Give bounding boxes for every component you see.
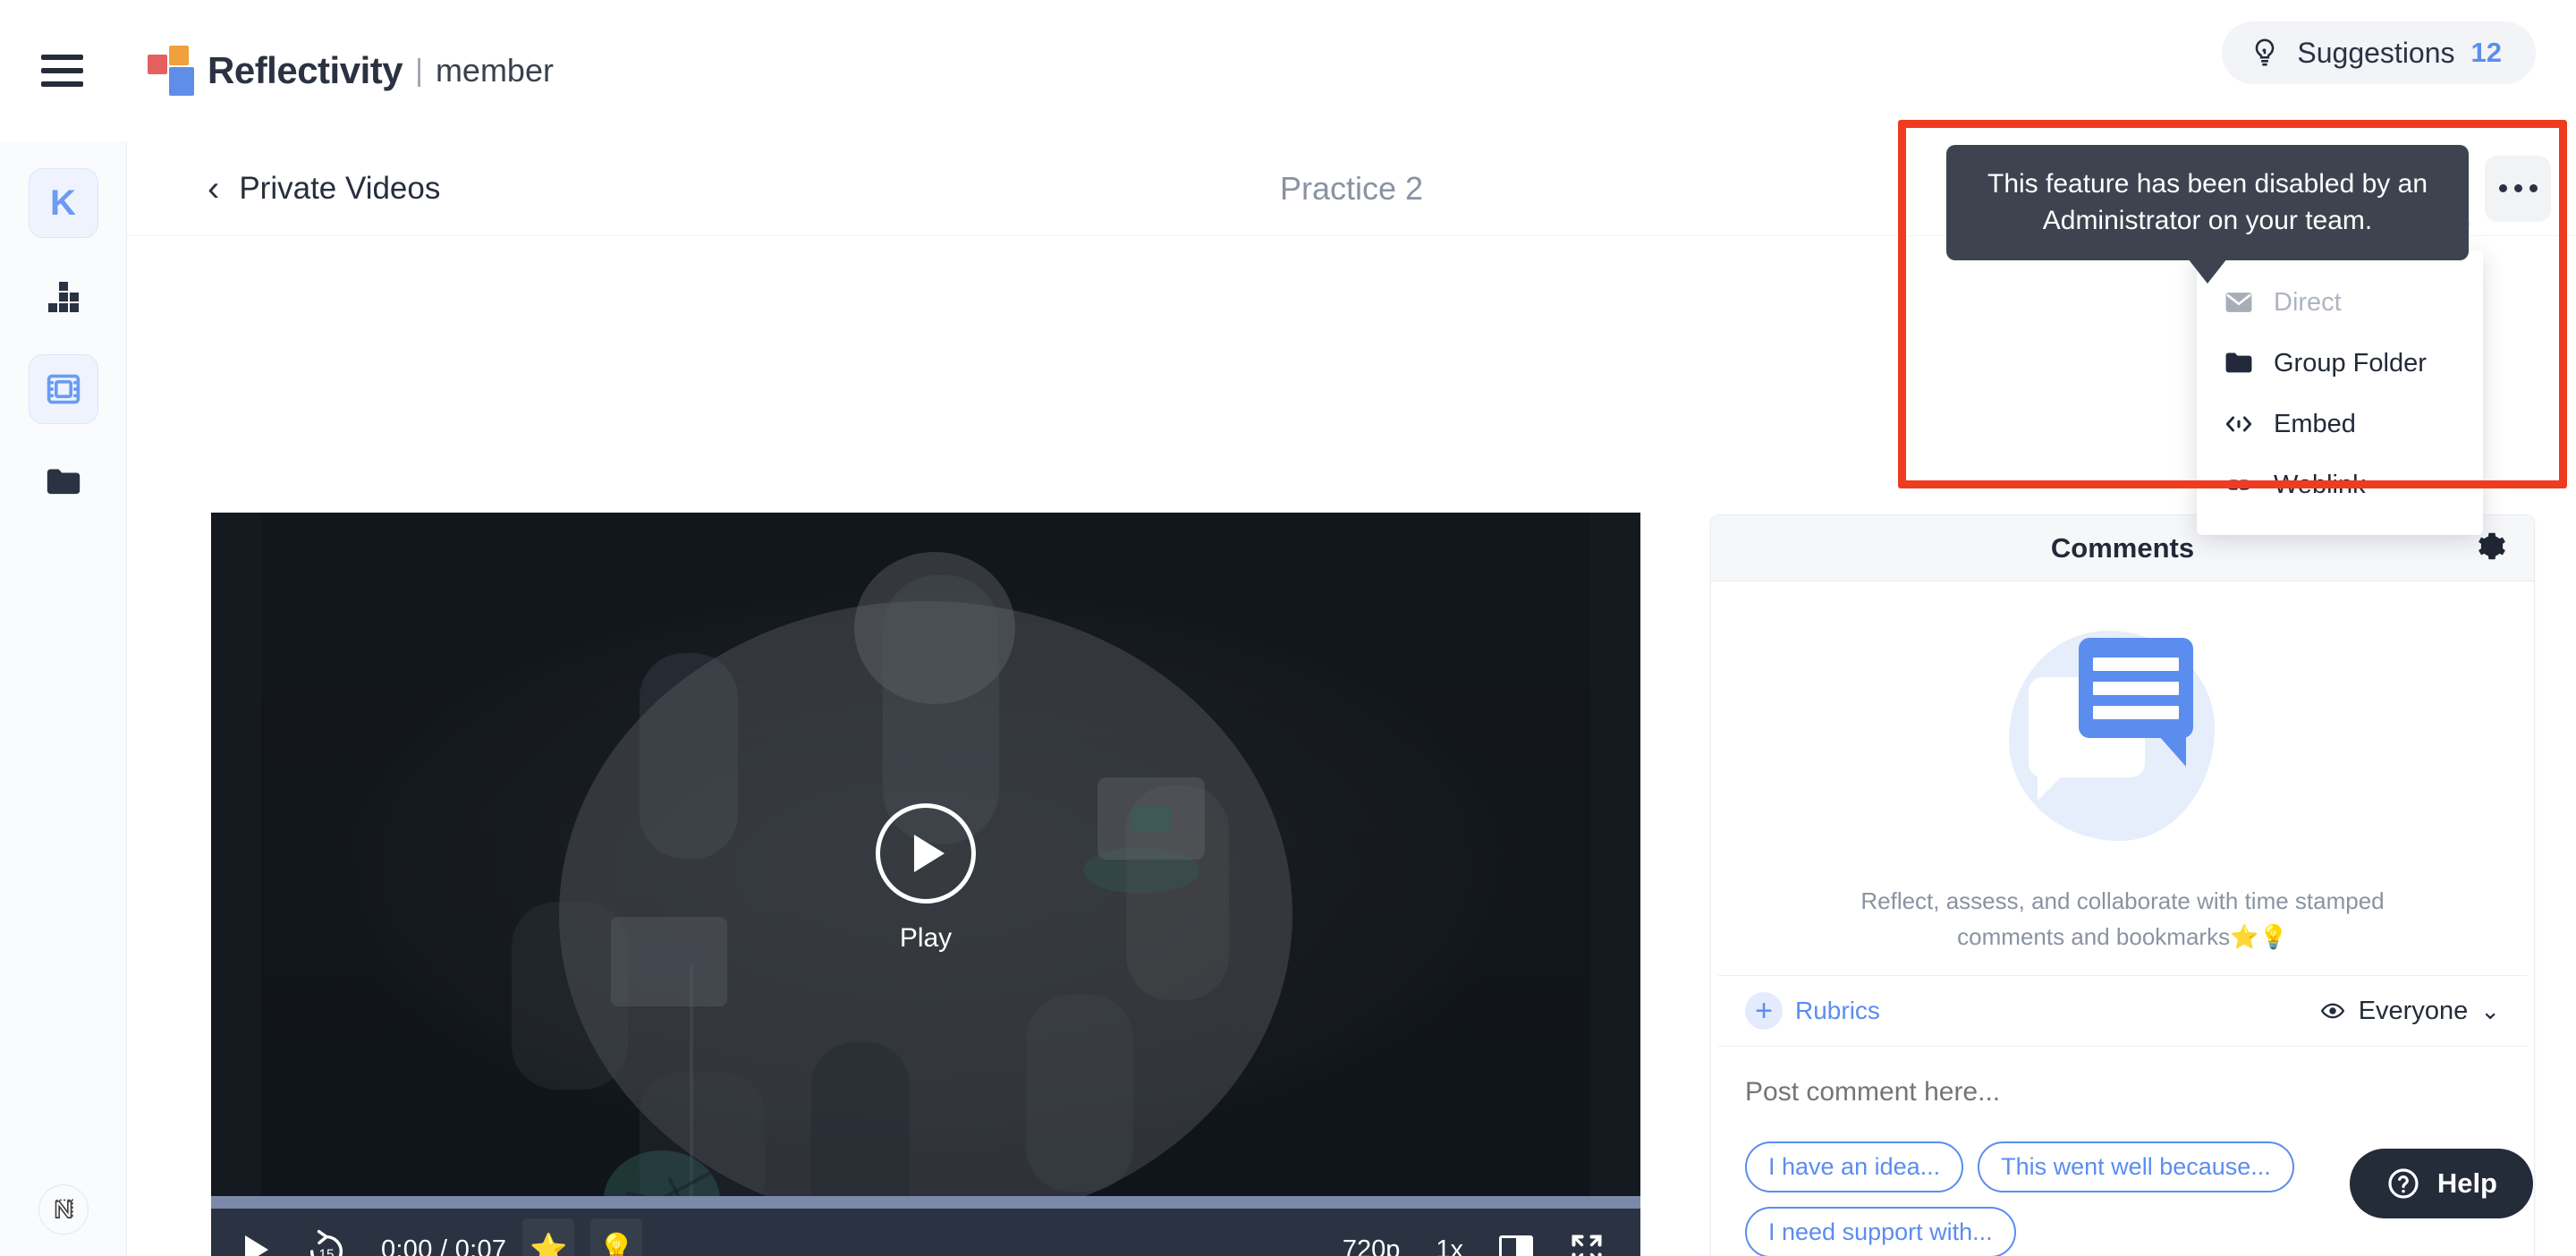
avatar: K bbox=[50, 182, 76, 223]
page-title: Practice 2 bbox=[1279, 169, 1424, 207]
svg-text:15: 15 bbox=[318, 1247, 334, 1256]
menu-item-label: Weblink bbox=[2274, 470, 2366, 499]
suggestions-button[interactable]: Suggestions 12 bbox=[2222, 21, 2536, 84]
sidebar-item-avatar[interactable]: K bbox=[28, 168, 98, 238]
app-root: Reflectivity | member Suggestions 12 K ‹… bbox=[0, 0, 2576, 1256]
menu-item-group-folder[interactable]: Group Folder bbox=[2197, 333, 2483, 394]
menu-item-label: Group Folder bbox=[2274, 348, 2427, 378]
video-controls-bar: 15 0:00 / 0:07 ⭐ 💡 720p 1x bbox=[211, 1209, 1640, 1256]
comment-input[interactable] bbox=[1745, 1077, 2500, 1141]
top-bar: Reflectivity | member Suggestions 12 bbox=[0, 0, 2576, 141]
back-to-private-videos[interactable]: ‹ Private Videos bbox=[208, 171, 440, 207]
fullscreen-icon[interactable] bbox=[1569, 1232, 1605, 1256]
blocks-icon bbox=[47, 282, 79, 312]
play-overlay-label: Play bbox=[899, 922, 953, 953]
share-dropdown-menu: Direct Group Folder Embed Weblink bbox=[2197, 232, 2483, 535]
chevron-down-icon: ⌄ bbox=[2480, 997, 2500, 1024]
eye-icon bbox=[2320, 1003, 2344, 1019]
video-time-display: 0:00 / 0:07 bbox=[381, 1235, 507, 1256]
suggestion-chip[interactable]: I need support with... bbox=[1745, 1207, 2016, 1256]
play-button[interactable] bbox=[234, 1227, 279, 1256]
help-button[interactable]: Help bbox=[2349, 1149, 2533, 1218]
sidebar-footer bbox=[0, 1184, 127, 1235]
suggestions-count: 12 bbox=[2470, 37, 2502, 68]
rewind-15-icon: 15 bbox=[309, 1229, 343, 1256]
composer-toolbar: + Rubrics Everyone ⌄ bbox=[1718, 975, 2527, 1047]
visibility-label: Everyone bbox=[2358, 996, 2469, 1025]
play-triangle-icon bbox=[876, 802, 976, 904]
film-icon bbox=[47, 374, 80, 404]
brand-logo[interactable]: Reflectivity | member bbox=[148, 46, 554, 96]
chevron-left-icon: ‹ bbox=[208, 168, 220, 208]
plus-circle-icon: + bbox=[1745, 992, 1783, 1030]
ellipsis-icon bbox=[2498, 184, 2538, 192]
hamburger-line bbox=[41, 81, 83, 87]
sidebar-item-folders[interactable] bbox=[29, 447, 98, 517]
video-progress-bar[interactable] bbox=[211, 1196, 1640, 1209]
video-controls-right: 720p 1x bbox=[1343, 1232, 1640, 1256]
play-triangle-icon bbox=[245, 1235, 268, 1256]
sidebar-item-dashboard[interactable] bbox=[29, 261, 98, 331]
rubrics-label: Rubrics bbox=[1795, 997, 1880, 1024]
left-sidebar: K bbox=[0, 141, 127, 1256]
brand-name: Reflectivity bbox=[208, 49, 403, 91]
star-bookmark-button[interactable]: ⭐ bbox=[522, 1218, 575, 1256]
suggestions-label: Suggestions bbox=[2297, 36, 2455, 69]
comments-panel: Comments Reflect, assess, and collaborat… bbox=[1710, 514, 2535, 1256]
code-brackets-icon bbox=[2224, 409, 2254, 439]
play-overlay-button[interactable]: Play bbox=[876, 802, 976, 954]
gear-icon bbox=[2479, 532, 2505, 559]
brand-separator: | bbox=[415, 53, 423, 88]
hamburger-line bbox=[41, 68, 83, 73]
comments-settings-button[interactable] bbox=[2477, 530, 2507, 565]
menu-item-direct[interactable]: Direct bbox=[2197, 272, 2483, 333]
comments-empty-state: Reflect, assess, and collaborate with ti… bbox=[1711, 581, 2534, 995]
suggestion-chip[interactable]: I have an idea... bbox=[1745, 1141, 1964, 1192]
folder-icon bbox=[47, 469, 80, 495]
quality-button[interactable]: 720p bbox=[1343, 1235, 1401, 1256]
menu-item-embed[interactable]: Embed bbox=[2197, 394, 2483, 454]
logo-square-blue bbox=[169, 67, 194, 96]
add-rubrics-button[interactable]: + Rubrics bbox=[1745, 992, 1880, 1030]
brand-role: member bbox=[435, 52, 554, 89]
comments-title: Comments bbox=[2050, 531, 2195, 564]
playback-speed-button[interactable]: 1x bbox=[1436, 1235, 1463, 1256]
menu-item-label: Embed bbox=[2274, 409, 2356, 438]
visibility-selector[interactable]: Everyone ⌄ bbox=[2319, 997, 2500, 1026]
reflectivity-logo-icon bbox=[148, 46, 194, 96]
comments-empty-text: Reflect, assess, and collaborate with ti… bbox=[1860, 887, 2385, 950]
notion-logo-icon[interactable] bbox=[38, 1184, 89, 1235]
idea-bookmark-button[interactable]: 💡 bbox=[590, 1218, 643, 1256]
more-options-button[interactable] bbox=[2485, 155, 2551, 222]
disabled-feature-tooltip: This feature has been disabled by an Adm… bbox=[1946, 145, 2469, 260]
logo-square-orange bbox=[169, 46, 189, 65]
video-player[interactable]: swivl Play bbox=[211, 513, 1640, 1256]
breadcrumb: Private Videos bbox=[239, 170, 441, 206]
question-circle-icon bbox=[2388, 1168, 2419, 1199]
suggestion-chip[interactable]: This went well because... bbox=[1978, 1141, 2294, 1192]
menu-item-label: Direct bbox=[2274, 287, 2342, 317]
rewind-15-button[interactable]: 15 bbox=[302, 1226, 351, 1256]
folder-icon bbox=[2224, 348, 2254, 378]
menu-item-weblink[interactable]: Weblink bbox=[2197, 454, 2483, 515]
help-label: Help bbox=[2436, 1167, 2497, 1199]
envelope-icon bbox=[2224, 287, 2254, 318]
hamburger-menu-icon[interactable] bbox=[41, 46, 91, 96]
link-chain-icon bbox=[2224, 470, 2254, 500]
logo-square-red bbox=[148, 55, 167, 74]
theater-mode-icon[interactable] bbox=[1499, 1235, 1533, 1256]
sidebar-item-videos[interactable] bbox=[28, 354, 98, 424]
speech-bubbles-icon bbox=[1993, 622, 2252, 845]
hamburger-line bbox=[41, 55, 83, 60]
lightbulb-icon bbox=[2256, 38, 2275, 66]
